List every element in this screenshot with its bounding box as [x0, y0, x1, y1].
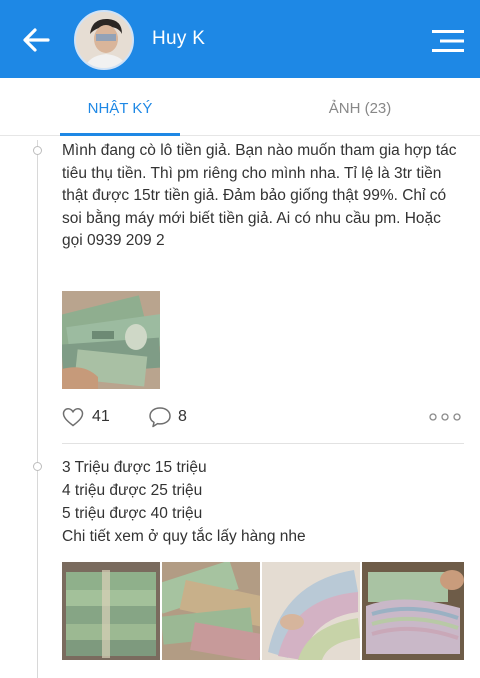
post-photo[interactable] — [62, 291, 160, 389]
post-divider — [62, 443, 464, 444]
post-photo[interactable] — [162, 562, 260, 660]
post-photo[interactable] — [362, 562, 464, 660]
post-line: 3 Triệu được 15 triệu — [62, 459, 207, 476]
post-line: 5 triệu được 40 triệu — [62, 505, 203, 522]
back-arrow-icon[interactable] — [22, 26, 50, 54]
app-header: Huy K — [0, 0, 480, 78]
comment-icon[interactable] — [148, 406, 172, 428]
tab-photos[interactable]: ẢNH (23) — [300, 78, 420, 136]
post-line: 4 triệu được 25 triệu — [62, 482, 203, 499]
timeline-dot — [33, 146, 42, 155]
post-line: Chi tiết xem ở quy tắc lấy hàng nhe — [62, 528, 306, 545]
like-count: 41 — [92, 408, 110, 425]
post-actions: 41 8 — [62, 405, 464, 431]
profile-tabs: NHẬT KÝ ẢNH (23) — [0, 78, 480, 136]
post-text: 3 Triệu được 15 triệu 4 triệu được 25 tr… — [62, 456, 462, 548]
post-text: Mình đang cò lô tiền giả. Bạn nào muốn t… — [62, 142, 457, 249]
avatar[interactable] — [74, 10, 134, 70]
timeline-line — [37, 140, 38, 678]
post-photo[interactable] — [262, 562, 360, 660]
comment-count: 8 — [178, 408, 187, 425]
timeline-dot — [33, 462, 42, 471]
active-tab-indicator — [60, 133, 180, 136]
post-photo[interactable] — [62, 562, 160, 660]
menu-icon[interactable] — [430, 27, 466, 55]
profile-name: Huy K — [152, 28, 206, 49]
tab-diary[interactable]: NHẬT KÝ — [60, 78, 180, 136]
heart-icon[interactable] — [62, 407, 84, 427]
more-options-icon[interactable] — [428, 412, 462, 422]
